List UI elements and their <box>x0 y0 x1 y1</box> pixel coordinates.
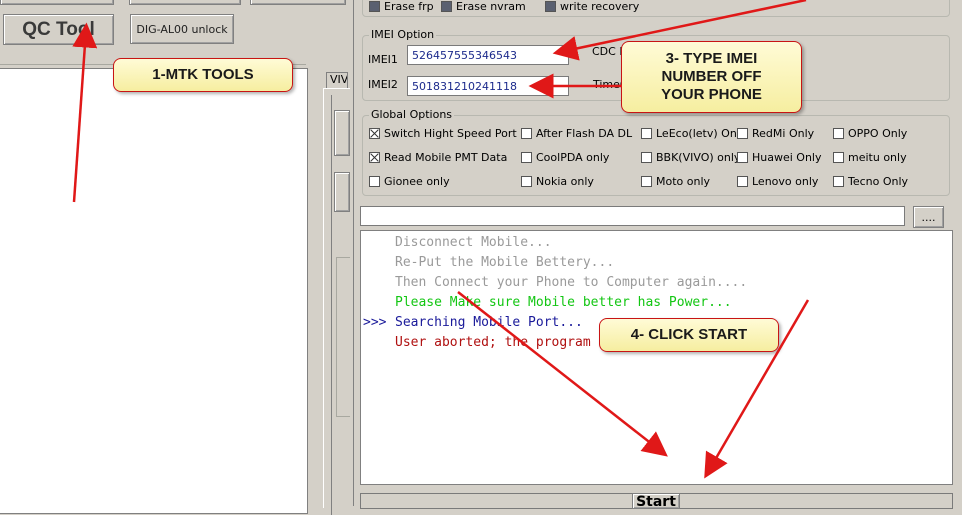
checkbox-icon <box>521 128 532 139</box>
checkbox-icon <box>641 176 652 187</box>
option-label: Gionee only <box>384 175 450 188</box>
checkbox-icon <box>833 128 844 139</box>
redmi-only-checkbox[interactable]: RedMi Only <box>737 127 814 140</box>
middle-button-2[interactable] <box>334 172 350 212</box>
browse-button[interactable]: .... <box>913 206 944 228</box>
option-label: OPPO Only <box>848 127 908 140</box>
log-text: Please Make sure Mobile better has Power… <box>395 295 732 310</box>
imei1-input[interactable]: 526457555346543 <box>407 45 569 65</box>
write-recovery-label: write recovery <box>560 0 640 13</box>
after-flash-da-dl-checkbox[interactable]: After Flash DA DL <box>521 127 632 140</box>
checkbox-icon <box>641 128 652 139</box>
checkbox-icon <box>369 176 380 187</box>
option-label: After Flash DA DL <box>536 127 633 140</box>
annotation-step3-line3: YOUR PHONE <box>661 86 762 103</box>
top-right-partial-button[interactable] <box>250 0 346 5</box>
imei-option-title: IMEI Option <box>369 28 437 41</box>
checkbox-icon <box>833 152 844 163</box>
checkbox-icon <box>369 1 380 12</box>
log-line: Please Make sure Mobile better has Power… <box>363 295 732 310</box>
oppo-only-checkbox[interactable]: OPPO Only <box>833 127 907 140</box>
erase-frp-label: Erase frp <box>384 0 434 13</box>
coolpda-only-checkbox[interactable]: CoolPDA only <box>521 151 609 164</box>
option-label: Nokia only <box>536 175 594 188</box>
annotation-step3-line2: NUMBER OFF <box>661 68 762 85</box>
checkbox-icon <box>441 1 452 12</box>
option-label: RedMi Only <box>752 127 815 140</box>
imei1-label: IMEI1 <box>368 53 398 66</box>
erase-frp-checkbox[interactable]: Erase frp <box>369 0 434 13</box>
option-label: CoolPDA only <box>536 151 610 164</box>
right-panel-border <box>353 0 354 506</box>
tab-vivo-partial[interactable]: VIV <box>326 72 348 89</box>
log-line: Then Connect your Phone to Computer agai… <box>363 275 747 290</box>
log-prefix: >>> <box>363 315 387 330</box>
erase-nvram-label: Erase nvram <box>456 0 526 13</box>
log-text: Re-Put the Mobile Bettery... <box>395 255 615 270</box>
option-label: BBK(VIVO) only <box>656 151 741 164</box>
log-line: User aborted; the program <box>363 335 591 350</box>
annotation-step3-line1: 3- TYPE IMEI <box>665 50 758 67</box>
option-label: Tecno Only <box>848 175 909 188</box>
middle-group-line <box>336 257 350 417</box>
moto-only-checkbox[interactable]: Moto only <box>641 175 710 188</box>
option-label: meitu only <box>848 151 907 164</box>
imei2-label: IMEI2 <box>368 78 398 91</box>
annotation-step1: 1-MTK TOOLS <box>113 58 293 92</box>
option-label: Moto only <box>656 175 711 188</box>
checkbox-icon <box>833 176 844 187</box>
checkbox-icon <box>369 128 380 139</box>
log-panel: Disconnect Mobile... Re-Put the Mobile B… <box>360 230 953 485</box>
switch-high-speed-port-checkbox[interactable]: Switch Hight Speed Port <box>369 127 517 140</box>
top-left-partial-button[interactable] <box>0 0 114 5</box>
read-mobile-pmt-data-checkbox[interactable]: Read Mobile PMT Data <box>369 151 507 164</box>
log-line: Re-Put the Mobile Bettery... <box>363 255 614 270</box>
meitu-only-checkbox[interactable]: meitu only <box>833 151 907 164</box>
middle-button-1[interactable] <box>334 110 350 156</box>
checkbox-icon <box>641 152 652 163</box>
checkbox-icon <box>737 176 748 187</box>
lenovo-only-checkbox[interactable]: Lenovo only <box>737 175 818 188</box>
checkbox-icon <box>737 152 748 163</box>
dig-al00-unlock-button[interactable]: DIG-AL00 unlock <box>130 14 234 44</box>
erase-nvram-checkbox[interactable]: Erase nvram <box>441 0 526 13</box>
annotation-step4: 4- CLICK START <box>599 318 779 352</box>
global-options-title: Global Options <box>369 108 455 121</box>
log-text: Disconnect Mobile... <box>395 235 552 250</box>
option-label: Read Mobile PMT Data <box>384 151 508 164</box>
huawei-only-checkbox[interactable]: Huawei Only <box>737 151 822 164</box>
log-text: Then Connect your Phone to Computer agai… <box>395 275 748 290</box>
option-label: Switch Hight Speed Port <box>384 127 517 140</box>
bbk-vivo-only-checkbox[interactable]: BBK(VIVO) only <box>641 151 740 164</box>
top-middle-partial-button[interactable] <box>129 0 241 5</box>
option-label: Lenovo only <box>752 175 819 188</box>
start-button[interactable]: Start <box>632 493 680 509</box>
imei2-input[interactable]: 501831210241118 <box>407 76 569 96</box>
file-path-input[interactable] <box>360 206 905 226</box>
annotation-step3: 3- TYPE IMEI NUMBER OFF YOUR PHONE <box>621 41 802 113</box>
log-text: User aborted; the program <box>395 335 591 350</box>
write-recovery-checkbox[interactable]: write recovery <box>545 0 639 13</box>
left-list-panel[interactable] <box>0 68 308 514</box>
tecno-only-checkbox[interactable]: Tecno Only <box>833 175 908 188</box>
log-text: Searching Mobile Port... <box>395 315 583 330</box>
nokia-only-checkbox[interactable]: Nokia only <box>521 175 594 188</box>
qc-tool-button[interactable]: QC Tool <box>3 14 114 45</box>
option-label: Huawei Only <box>752 151 822 164</box>
log-line: Disconnect Mobile... <box>363 235 552 250</box>
log-lines-container: Disconnect Mobile... Re-Put the Mobile B… <box>363 235 943 475</box>
log-line: >>> Searching Mobile Port... <box>363 315 583 330</box>
leeco-only-checkbox[interactable]: LeEco(letv) Only <box>641 127 746 140</box>
checkbox-icon <box>521 152 532 163</box>
option-label: LeEco(letv) Only <box>656 127 747 140</box>
checkbox-icon <box>545 1 556 12</box>
checkbox-icon <box>369 152 380 163</box>
checkbox-icon <box>737 128 748 139</box>
checkbox-icon <box>521 176 532 187</box>
gionee-only-checkbox[interactable]: Gionee only <box>369 175 450 188</box>
